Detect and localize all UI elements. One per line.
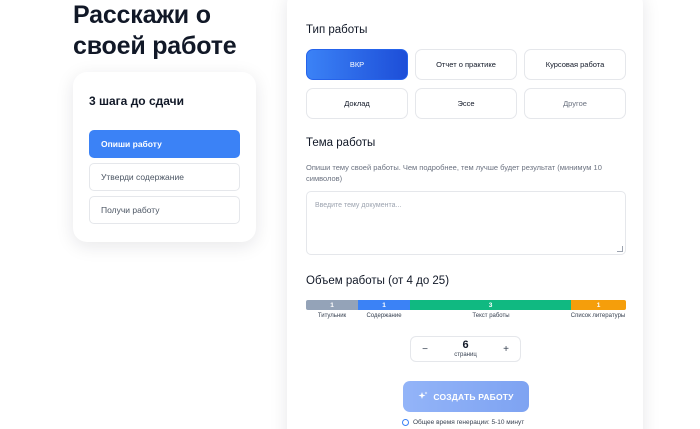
bar-segment-references: 1	[571, 300, 626, 310]
page-title: Расскажи о своей работе	[73, 1, 237, 60]
decrement-button[interactable]: −	[419, 344, 431, 355]
topic-input[interactable]: Введите тему документа...	[306, 191, 626, 255]
bar-label-title-page: Титульник	[317, 313, 347, 319]
bar-label-contents: Содержание	[366, 313, 402, 319]
type-option-essay[interactable]: Эссе	[415, 88, 517, 119]
type-option-practice-report[interactable]: Отчет о практике	[415, 49, 517, 80]
work-type-options: ВКР Отчет о практике Курсовая работа Док…	[306, 49, 626, 119]
work-type-title: Тип работы	[306, 24, 368, 36]
create-work-button[interactable]: СОЗДАТЬ РАБОТУ	[403, 381, 529, 412]
step-approve-content[interactable]: Утверди содержание	[89, 163, 240, 191]
topic-title: Тема работы	[306, 137, 376, 149]
topic-placeholder: Введите тему документа...	[315, 202, 402, 209]
bar-segment-title-page: 1	[306, 300, 358, 310]
resize-handle-icon[interactable]	[617, 246, 623, 252]
bar-label-references: Список литературы	[570, 313, 626, 319]
pages-unit: страниц	[454, 351, 477, 358]
type-option-coursework[interactable]: Курсовая работа	[524, 49, 626, 80]
bar-label-main-text: Текст работы	[472, 313, 510, 319]
generation-time-text: Общее время генерации: 5-10 минут	[413, 419, 525, 426]
form-card: Тип работы ВКР Отчет о практике Курсовая…	[287, 0, 643, 429]
steps-title: 3 шага до сдачи	[89, 94, 184, 108]
pages-stepper: − 6 страниц +	[410, 336, 521, 362]
type-option-other[interactable]: Другое	[524, 88, 626, 119]
volume-title: Объем работы (от 4 до 25)	[306, 275, 450, 287]
volume-bar-labels: Титульник Содержание Текст работы Список…	[306, 313, 626, 323]
bar-segment-contents: 1	[358, 300, 410, 310]
pages-count: 6	[462, 338, 469, 351]
type-option-vkr[interactable]: ВКР	[306, 49, 408, 80]
pages-value: 6 страниц	[454, 338, 477, 359]
step-get-work[interactable]: Получи работу	[89, 196, 240, 224]
clock-icon	[402, 419, 409, 426]
step-describe[interactable]: Опиши работу	[89, 130, 240, 158]
type-option-report[interactable]: Доклад	[306, 88, 408, 119]
increment-button[interactable]: +	[500, 344, 512, 355]
topic-hint: Опиши тему своей работы. Чем подробнее, …	[306, 163, 602, 183]
sparkle-icon	[418, 391, 428, 403]
bar-segment-main-text: 3	[410, 300, 571, 310]
volume-bar: 1 1 3 1	[306, 300, 626, 310]
create-work-label: СОЗДАТЬ РАБОТУ	[433, 391, 514, 402]
steps-card: 3 шага до сдачи Опиши работу Утверди сод…	[73, 72, 256, 242]
generation-time-note: Общее время генерации: 5-10 минут	[402, 419, 524, 426]
